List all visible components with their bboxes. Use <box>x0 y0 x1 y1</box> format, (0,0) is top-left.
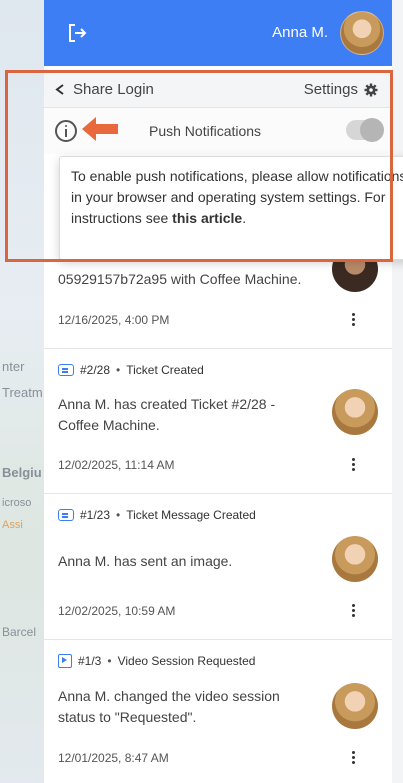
list-item[interactable]: #1/23 • Ticket Message Created Anna M. h… <box>44 494 392 640</box>
info-icon[interactable] <box>55 120 77 142</box>
entry-message: 05929157b72a95 with Coffee Machine. <box>58 271 302 287</box>
entry-meta: #1/3 • Video Session Requested <box>58 654 255 668</box>
pointer-arrow-icon <box>82 117 118 141</box>
push-notifications-label: Push Notifications <box>149 123 262 139</box>
bg-text-fragment: icroso <box>2 497 32 509</box>
entry-type: Ticket Message Created <box>126 508 256 522</box>
ticket-icon <box>58 364 74 376</box>
list-item[interactable]: #2/28 • Ticket Created Anna M. has creat… <box>44 349 392 494</box>
entry-message: Anna M. has created Ticket #2/28 - Coffe… <box>58 396 276 433</box>
entry-avatar <box>332 683 378 729</box>
entry-avatar <box>332 536 378 582</box>
ticket-icon <box>58 509 74 521</box>
entry-type: Ticket Created <box>126 363 204 377</box>
panel-header: Anna M. <box>44 0 392 66</box>
background-map: nter Treatm Belgiu icroso Assi Barcel <box>0 0 44 783</box>
settings-label: Settings <box>303 81 358 98</box>
push-notifications-tooltip: To enable push notifications, please all… <box>59 156 403 260</box>
tooltip-end: . <box>242 210 247 226</box>
bg-text-fragment: Barcel <box>2 625 37 639</box>
separator-dot: • <box>116 508 121 522</box>
video-session-icon <box>58 654 72 668</box>
entry-id: #1/23 <box>80 508 111 522</box>
bg-text-fragment: nter <box>2 359 25 374</box>
entry-date: 12/02/2025, 11:14 AM <box>58 458 175 472</box>
push-notifications-toggle[interactable] <box>346 118 384 142</box>
entry-date: 12/16/2025, 4:00 PM <box>58 313 170 327</box>
entry-meta: #2/28 • Ticket Created <box>58 363 204 377</box>
settings-button[interactable]: Settings <box>304 81 378 98</box>
tooltip-article-link[interactable]: this article <box>172 210 242 226</box>
notification-panel: Anna M. Share Login Settings Push Notifi… <box>44 0 403 783</box>
more-options-icon[interactable] <box>352 458 356 472</box>
bg-text-fragment: Belgiu <box>2 465 42 480</box>
entry-meta: #1/23 • Ticket Message Created <box>58 508 256 522</box>
share-login-label: Share Login <box>73 81 154 98</box>
account-toolbar: Share Login Settings <box>44 72 392 108</box>
user-avatar[interactable] <box>340 11 384 55</box>
bg-text-fragment: Assi <box>2 519 23 531</box>
list-item[interactable]: #1/3 • Video Session Requested Anna M. c… <box>44 640 392 783</box>
entry-id: #1/3 <box>78 654 102 668</box>
entry-date: 12/01/2025, 8:47 AM <box>58 751 169 765</box>
share-login-button[interactable]: Share Login <box>54 81 154 98</box>
entry-message: Anna M. has sent an image. <box>58 553 233 569</box>
entry-avatar <box>332 389 378 435</box>
more-options-icon[interactable] <box>352 604 356 618</box>
gear-icon <box>364 83 378 96</box>
entry-type: Video Session Requested <box>117 654 256 668</box>
more-options-icon[interactable] <box>352 313 356 327</box>
bg-text-fragment: Treatm <box>2 385 43 400</box>
separator-dot: • <box>116 363 121 377</box>
entry-message: Anna M. changed the video session status… <box>58 688 280 725</box>
background-right <box>392 0 403 783</box>
more-options-icon[interactable] <box>352 751 356 765</box>
separator-dot: • <box>107 654 112 668</box>
user-name[interactable]: Anna M. <box>272 24 328 41</box>
share-icon <box>55 84 64 95</box>
logout-icon[interactable] <box>66 22 88 44</box>
toggle-knob <box>360 118 384 142</box>
entry-date: 12/02/2025, 10:59 AM <box>58 604 176 618</box>
entry-id: #2/28 <box>80 363 111 377</box>
